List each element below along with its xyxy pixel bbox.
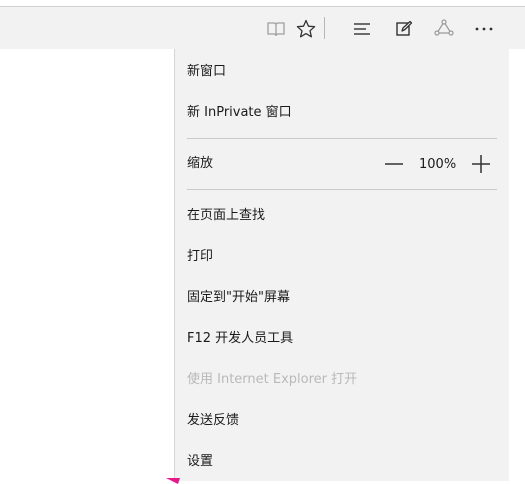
menu-item-find-on-page[interactable]: 在页面上查找 <box>187 208 265 224</box>
menu-item-open-with-ie: 使用 Internet Explorer 打开 <box>187 372 358 387</box>
browser-toolbar <box>0 6 525 49</box>
pointer-marker <box>166 478 180 484</box>
minus-icon <box>385 163 403 165</box>
more-actions-button[interactable] <box>468 7 500 50</box>
menu-divider <box>187 138 497 139</box>
zoom-value: 100% <box>419 156 457 172</box>
share-icon <box>434 18 454 36</box>
menu-item-print[interactable]: 打印 <box>187 249 213 265</box>
hub-button[interactable] <box>346 7 378 50</box>
web-note-icon <box>396 20 413 36</box>
toolbar-divider <box>324 17 325 39</box>
menu-item-new-window[interactable]: 新窗口 <box>187 64 226 80</box>
more-icon <box>475 27 493 30</box>
add-favorite-button[interactable] <box>290 7 322 50</box>
zoom-controls: 100% <box>383 153 492 175</box>
menu-item-f12-developer-tools[interactable]: F12 开发人员工具 <box>187 331 293 347</box>
menu-item-pin-to-start[interactable]: 固定到"开始"屏幕 <box>187 290 290 306</box>
more-actions-menu: 新窗口 新 InPrivate 窗口 缩放 100% 在页面上查找 打印 固定到… <box>174 49 509 481</box>
zoom-in-button[interactable] <box>470 153 492 175</box>
zoom-label: 缩放 <box>187 156 214 171</box>
zoom-out-button[interactable] <box>383 153 405 175</box>
plus-icon <box>472 155 491 173</box>
reading-view-icon <box>267 21 285 36</box>
hub-icon <box>354 22 370 35</box>
menu-item-settings[interactable]: 设置 <box>187 454 213 470</box>
share-button[interactable] <box>428 7 460 50</box>
menu-divider <box>187 189 497 190</box>
reading-view-button[interactable] <box>260 7 292 50</box>
web-note-button[interactable] <box>388 7 420 50</box>
favorite-star-icon <box>296 19 316 37</box>
menu-item-new-inprivate-window[interactable]: 新 InPrivate 窗口 <box>187 105 292 121</box>
menu-item-send-feedback[interactable]: 发送反馈 <box>187 413 239 429</box>
